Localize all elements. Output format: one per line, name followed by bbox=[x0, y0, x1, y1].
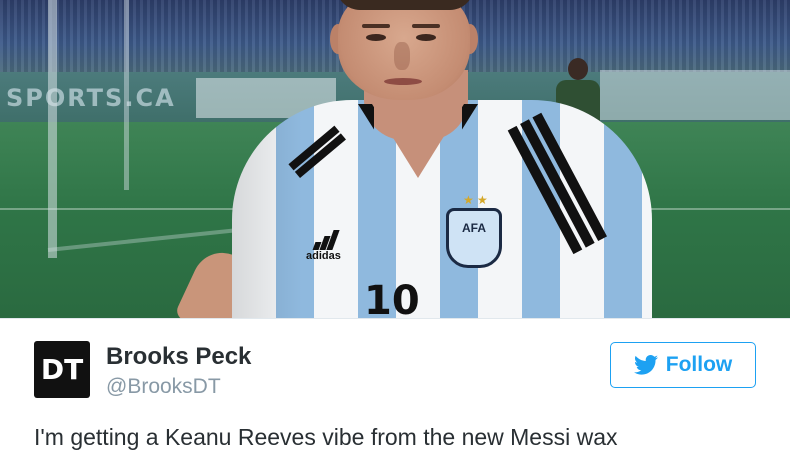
avatar[interactable]: DT bbox=[34, 341, 90, 398]
ad-board-text: SPORTS.CA bbox=[6, 84, 176, 112]
follow-button-label: Follow bbox=[665, 353, 733, 376]
team-crest: ★ ★ AFA bbox=[446, 193, 502, 268]
nose bbox=[394, 42, 410, 70]
adidas-logo-icon bbox=[312, 228, 340, 250]
photo-divider bbox=[0, 318, 790, 319]
crest-text: AFA bbox=[462, 221, 486, 235]
advertising-panel bbox=[600, 70, 790, 120]
shirt-brand-text: adidas bbox=[306, 250, 341, 262]
eyebrow bbox=[362, 24, 390, 28]
goal-post bbox=[124, 0, 129, 190]
twitter-bird-icon bbox=[633, 355, 658, 375]
eye bbox=[366, 34, 386, 41]
tweet-text: I'm getting a Keanu Reeves vibe from the… bbox=[34, 424, 618, 450]
tweet-photo[interactable]: SPORTS.CA adidas ★ ★ AFA 10 bbox=[0, 0, 790, 318]
figure-hair bbox=[336, 0, 474, 10]
eyebrow bbox=[412, 24, 440, 28]
goal-post bbox=[48, 0, 57, 258]
author-name[interactable]: Brooks Peck bbox=[106, 343, 251, 371]
author-handle[interactable]: @BrooksDT bbox=[106, 375, 221, 399]
mouth bbox=[384, 78, 422, 85]
follow-button[interactable]: Follow bbox=[610, 342, 756, 388]
embedded-tweet-card: SPORTS.CA adidas ★ ★ AFA 10 DT Brooks Pe… bbox=[0, 0, 790, 450]
jersey-number: 10 bbox=[364, 278, 420, 318]
eye bbox=[416, 34, 436, 41]
